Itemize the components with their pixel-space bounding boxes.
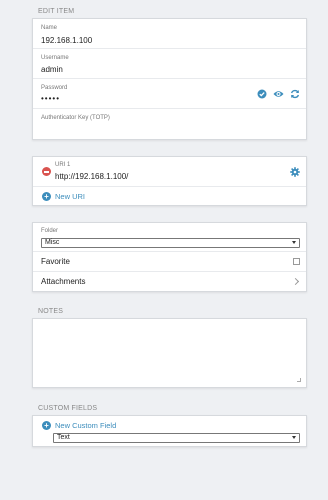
notes-card <box>32 318 307 388</box>
check-password-icon[interactable] <box>257 89 267 99</box>
login-card: Name 192.168.1.100 Username admin Passwo… <box>32 18 307 140</box>
username-label: Username <box>41 55 69 61</box>
eye-icon[interactable] <box>273 89 284 99</box>
custom-field-type-select[interactable]: Text <box>53 433 300 443</box>
totp-label: Authenticator Key (TOTP) <box>41 115 110 121</box>
notes-textarea[interactable] <box>33 319 306 387</box>
new-uri-button[interactable]: New URI <box>55 192 85 201</box>
gear-icon[interactable] <box>290 167 300 177</box>
uri-label: URI 1 <box>55 162 71 168</box>
name-label: Name <box>41 25 58 31</box>
custom-field-type-value: Text <box>57 434 70 441</box>
password-label: Password <box>41 85 68 91</box>
folder-label: Folder <box>41 228 59 234</box>
favorite-row[interactable]: Favorite <box>33 252 306 272</box>
attachments-row[interactable]: Attachments <box>33 272 306 291</box>
chevron-down-icon <box>292 436 296 439</box>
uri-card: URI 1 http://192.168.1.100/ + New URI <box>32 156 307 206</box>
custom-fields-heading: CUSTOM FIELDS <box>38 405 98 412</box>
uri-row[interactable]: URI 1 http://192.168.1.100/ <box>33 157 306 187</box>
password-row[interactable]: Password ••••• <box>33 79 306 109</box>
generate-password-icon[interactable] <box>290 89 300 99</box>
chevron-right-icon <box>291 277 300 286</box>
favorite-label: Favorite <box>41 257 70 266</box>
notes-heading: NOTES <box>38 308 64 315</box>
options-card: Folder Misc Favorite Attachments <box>32 222 307 292</box>
plus-icon[interactable]: + <box>42 421 51 430</box>
folder-select-value: Misc <box>45 239 60 246</box>
edit-item-heading: EDIT ITEM <box>38 8 75 15</box>
totp-row[interactable]: Authenticator Key (TOTP) <box>33 109 306 141</box>
plus-icon[interactable]: + <box>42 192 51 201</box>
custom-fields-card: + New Custom Field Text <box>32 415 307 447</box>
username-field[interactable]: admin <box>41 65 63 74</box>
username-row[interactable]: Username admin <box>33 49 306 79</box>
folder-select[interactable]: Misc <box>41 238 300 248</box>
chevron-down-icon <box>292 241 296 244</box>
attachments-label: Attachments <box>41 277 86 286</box>
new-custom-field-button[interactable]: New Custom Field <box>55 421 116 430</box>
name-field[interactable]: 192.168.1.100 <box>41 36 92 45</box>
uri-field[interactable]: http://192.168.1.100/ <box>55 172 128 181</box>
new-uri-row[interactable]: + New URI <box>33 187 306 206</box>
favorite-checkbox[interactable] <box>293 258 300 265</box>
folder-row[interactable]: Folder Misc <box>33 223 306 252</box>
remove-uri-icon[interactable] <box>42 167 51 176</box>
name-row[interactable]: Name 192.168.1.100 <box>33 19 306 49</box>
password-field[interactable]: ••••• <box>41 94 60 103</box>
resize-handle[interactable] <box>297 378 301 382</box>
